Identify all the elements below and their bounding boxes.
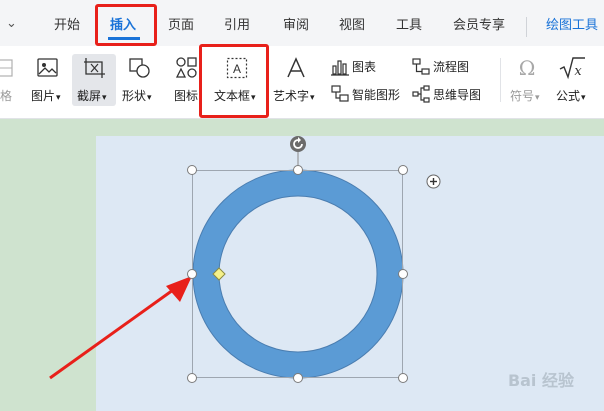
watermark-logo: Bai 经验	[507, 371, 574, 390]
resize-handle-bottom-right[interactable]	[398, 373, 408, 383]
resize-handle-left[interactable]	[187, 269, 197, 279]
resize-handle-bottom-left[interactable]	[187, 373, 197, 383]
red-arrow-head	[166, 276, 192, 302]
resize-handle-bottom[interactable]	[293, 373, 303, 383]
resize-handle-top[interactable]	[293, 165, 303, 175]
rotate-handle-icon[interactable]	[289, 135, 307, 153]
resize-handle-top-right[interactable]	[398, 165, 408, 175]
layout-options-plus-icon[interactable]	[426, 174, 441, 189]
resize-handle-top-left[interactable]	[187, 165, 197, 175]
resize-handle-right[interactable]	[398, 269, 408, 279]
adjust-handle-diamond[interactable]	[212, 267, 226, 281]
red-arrow-line	[49, 283, 181, 380]
